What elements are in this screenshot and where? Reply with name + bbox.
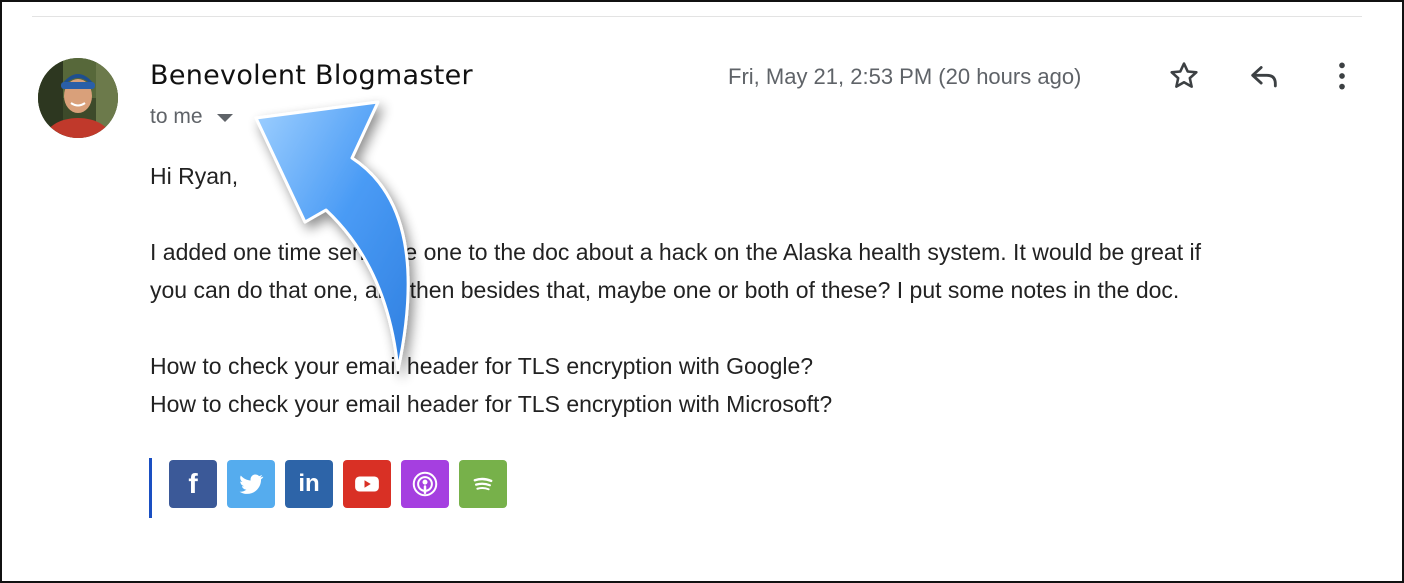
body-paragraph-line-1: I added one time sensitive one to the do… (150, 239, 1201, 265)
twitter-icon (239, 474, 264, 494)
podcasts-button[interactable] (401, 460, 449, 508)
facebook-icon: f (188, 468, 198, 499)
more-options-button[interactable] (1320, 54, 1364, 98)
article-title-microsoft: How to check your email header for TLS e… (150, 391, 833, 417)
recipient-label: to me (150, 105, 203, 128)
sender-name[interactable]: Benevolent Blogmaster (150, 60, 473, 91)
reply-button[interactable] (1242, 54, 1286, 98)
email-frame: Benevolent Blogmaster to me Fri, May 21,… (0, 0, 1404, 583)
podcast-icon (412, 471, 438, 497)
more-vert-icon (1339, 62, 1345, 90)
spotify-button[interactable] (459, 460, 507, 508)
body-paragraph-line-2: you can do that one, and then besides th… (150, 277, 1180, 303)
caret-down-icon (216, 114, 233, 122)
youtube-button[interactable] (343, 460, 391, 508)
top-divider (32, 16, 1362, 17)
recipient-details-toggle[interactable]: to me (150, 105, 233, 129)
spotify-icon (473, 477, 493, 491)
youtube-icon (355, 476, 379, 492)
linkedin-icon: in (298, 470, 320, 497)
linkedin-button[interactable]: in (285, 460, 333, 508)
twitter-button[interactable] (227, 460, 275, 508)
email-timestamp: Fri, May 21, 2:53 PM (20 hours ago) (728, 64, 1082, 89)
sender-avatar[interactable] (38, 58, 118, 138)
star-icon (1170, 62, 1198, 88)
star-button[interactable] (1162, 54, 1206, 98)
facebook-button[interactable]: f (169, 460, 217, 508)
article-title-google: How to check your email header for TLS e… (150, 353, 814, 379)
greeting-line: Hi Ryan, (150, 163, 239, 189)
reply-icon (1251, 66, 1277, 88)
email-body: Hi Ryan, I added one time sensitive one … (150, 157, 1380, 423)
signature-social-links: f in (149, 458, 507, 518)
